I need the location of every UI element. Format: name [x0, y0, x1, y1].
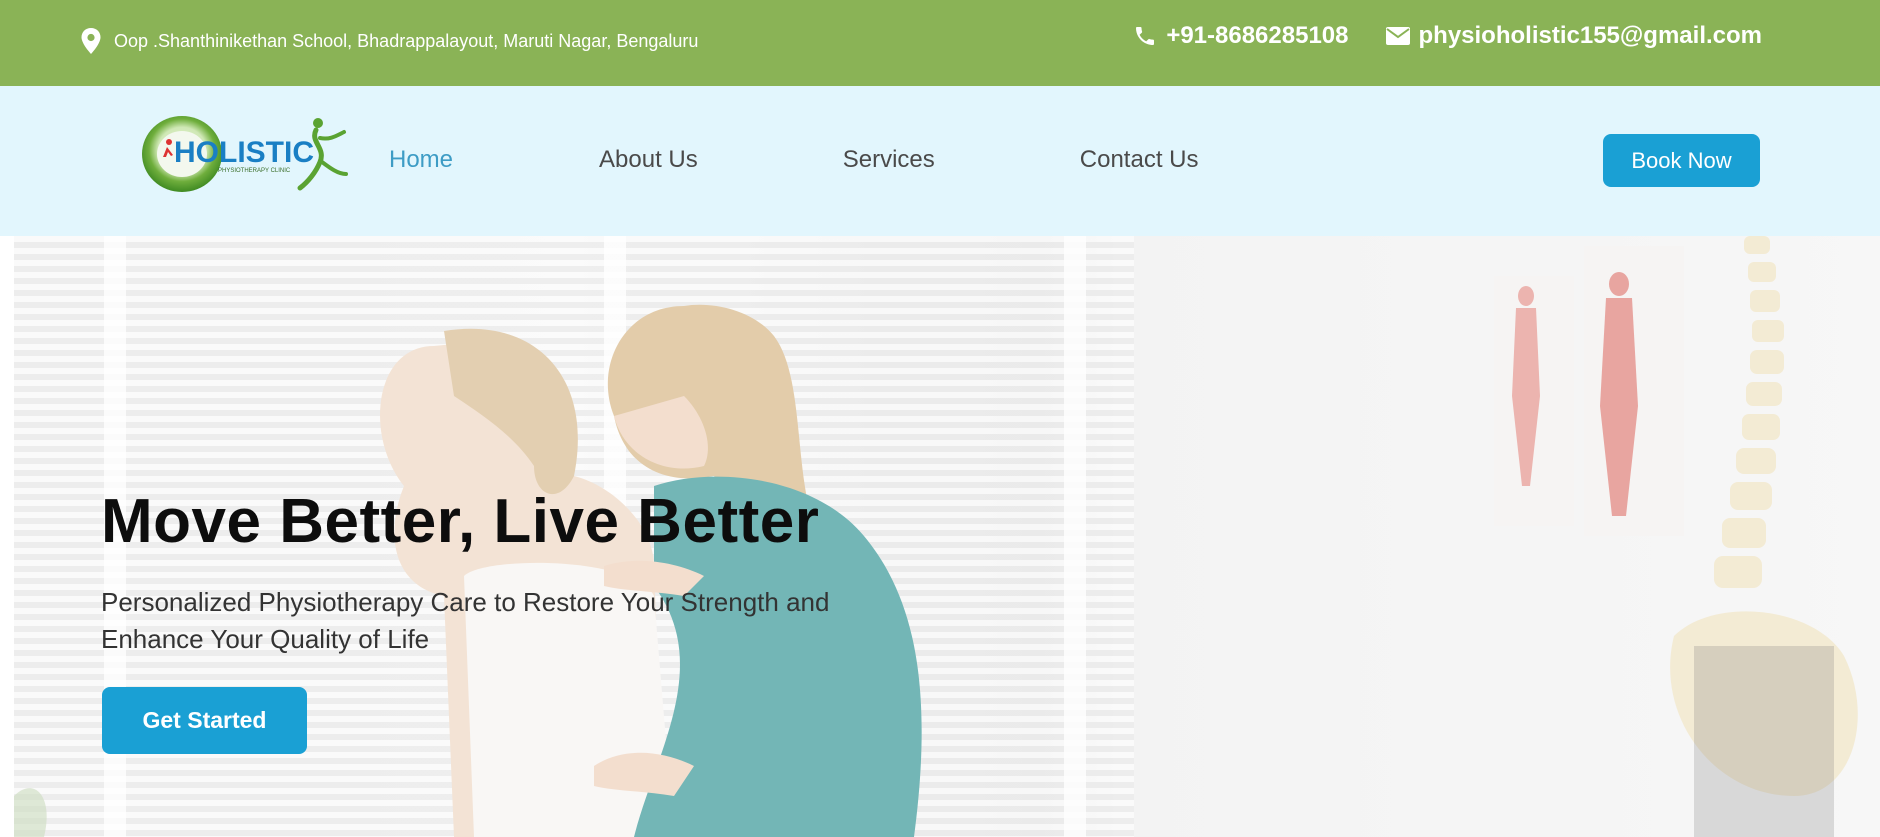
hero-subtitle: Personalized Physiotherapy Care to Resto… — [101, 587, 830, 654]
hero-section: Move Better, Live Better Personalized Ph… — [14, 236, 1880, 837]
hero-title: Move Better, Live Better — [101, 487, 820, 556]
top-contact-bar: Oop .Shanthinikethan School, Bhadrappala… — [0, 0, 1880, 86]
book-now-button[interactable]: Book Now — [1603, 134, 1760, 187]
address: Oop .Shanthinikethan School, Bhadrappala… — [78, 28, 698, 54]
address-text: Oop .Shanthinikethan School, Bhadrappala… — [114, 30, 699, 51]
primary-nav: Home About Us Services Contact Us — [389, 146, 1199, 174]
phone-text: +91-8686285108 — [1166, 22, 1349, 49]
main-navbar: HOLISTIC PHYSIOTHERAPY CLINIC Home About… — [0, 86, 1880, 236]
nav-home[interactable]: Home — [389, 146, 453, 174]
logo-tagline: PHYSIOTHERAPY CLINIC — [218, 168, 291, 174]
nav-about-us[interactable]: About Us — [599, 146, 698, 174]
contact-info: +91-8686285108 physioholistic155@gmail.c… — [1132, 22, 1762, 50]
phone-icon — [1132, 23, 1158, 49]
location-pin-icon — [78, 28, 104, 54]
email-text: physioholistic155@gmail.com — [1418, 22, 1763, 49]
get-started-button[interactable]: Get Started — [102, 687, 307, 754]
mail-icon — [1385, 23, 1411, 49]
phone-link[interactable]: +91-8686285108 — [1132, 22, 1349, 50]
nav-services[interactable]: Services — [843, 146, 935, 174]
logo-wordmark: HOLISTIC — [174, 136, 314, 169]
email-link[interactable]: physioholistic155@gmail.com — [1385, 22, 1763, 50]
clinic-logo[interactable]: HOLISTIC PHYSIOTHERAPY CLINIC — [140, 114, 350, 194]
nav-contact-us[interactable]: Contact Us — [1080, 146, 1199, 174]
